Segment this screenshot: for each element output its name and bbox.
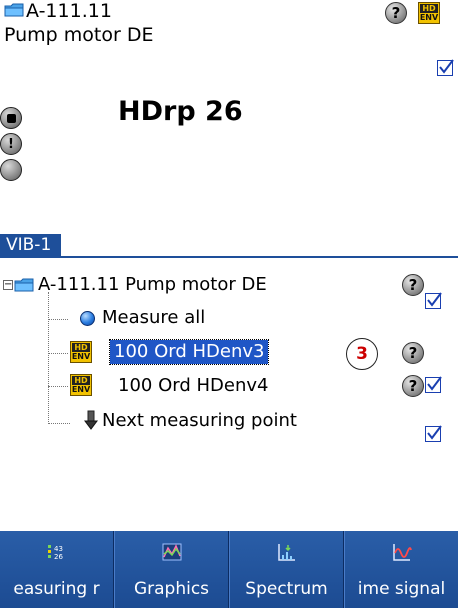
root-help-icon[interactable]: ? (402, 274, 424, 296)
tree-connector (48, 292, 49, 424)
tree-collapse-toggle[interactable]: − (3, 280, 13, 290)
bottom-toolbar: 43 26 easuring r Graphics Spectrum ime s… (0, 531, 458, 608)
tree-item-measure-all[interactable]: Measure all (102, 306, 205, 330)
measuring-button-label: easuring r (13, 579, 100, 599)
svg-text:43: 43 (54, 545, 63, 553)
hdenv3-help-icon[interactable]: ? (402, 342, 424, 364)
hdenv4-checkbox[interactable] (425, 425, 442, 442)
hd-env-icon: HD ENV (70, 374, 92, 396)
tab-divider (0, 256, 458, 258)
point-checkbox[interactable] (437, 59, 454, 76)
root-checkbox[interactable] (425, 292, 442, 309)
time-signal-icon (391, 541, 413, 563)
measuring-icon: 43 26 (46, 541, 68, 563)
tree-connector (48, 353, 68, 354)
graphics-icon (161, 541, 183, 563)
tree-connector (48, 423, 70, 424)
tree-item-hdenv4[interactable]: 100 Ord HDenv4 (118, 374, 268, 398)
tree-root-label[interactable]: A-111.11 Pump motor DE (38, 273, 267, 297)
stop-status-icon (0, 107, 22, 129)
point-name: Pump motor DE (4, 24, 154, 46)
graphics-button-label: Graphics (133, 579, 210, 599)
time-signal-button[interactable]: ime signal (344, 531, 458, 608)
help-icon[interactable]: ? (385, 2, 407, 24)
idle-status-icon (0, 159, 22, 181)
svg-text:26: 26 (54, 553, 63, 561)
measure-all-icon (80, 311, 95, 326)
spectrum-button[interactable]: Spectrum (229, 531, 344, 608)
callout-marker: 3 (346, 338, 378, 370)
hd-env-icon: HD ENV (70, 341, 92, 363)
measuring-button[interactable]: 43 26 easuring r (0, 531, 114, 608)
spectrum-button-label: Spectrum (245, 579, 328, 599)
tree-item-next-point[interactable]: Next measuring point (102, 409, 297, 433)
arrow-down-icon (84, 410, 98, 430)
time-signal-button-label: ime signal (357, 579, 446, 599)
hd-env-icon: HD ENV (418, 2, 440, 24)
tree-connector (48, 319, 68, 320)
hdenv4-help-icon[interactable]: ? (402, 375, 424, 397)
warning-status-icon: ! (0, 133, 22, 155)
tree-item-hdenv3[interactable]: 100 Ord HDenv3 (108, 339, 270, 365)
spectrum-icon (276, 541, 298, 563)
graphics-button[interactable]: Graphics (114, 531, 229, 608)
point-id: A-111.11 (26, 0, 112, 22)
folder-icon (4, 3, 24, 17)
tab-vib-1[interactable]: VIB-1 (0, 234, 62, 256)
hdenv3-checkbox[interactable] (425, 376, 442, 393)
tree-connector (48, 386, 68, 387)
tree-folder-icon (14, 278, 34, 292)
reading-value: HDrp 26 (118, 96, 243, 127)
